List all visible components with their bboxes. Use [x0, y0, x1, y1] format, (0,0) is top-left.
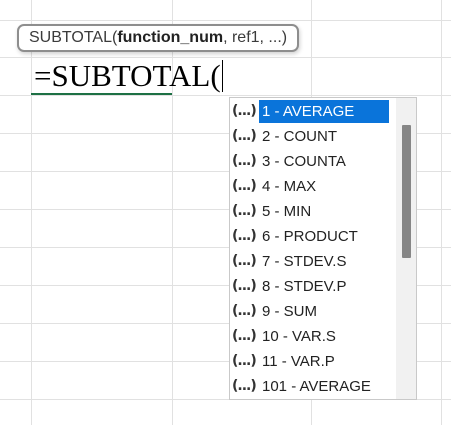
dropdown-item-label: 7 - STDEV.S	[262, 252, 347, 270]
dropdown-item-label: 9 - SUM	[262, 302, 318, 320]
formula-text: =SUBTOTAL(	[34, 58, 221, 93]
dropdown-item-label: 1 - AVERAGE	[259, 99, 389, 123]
argument-icon: (...)	[232, 353, 257, 369]
dropdown-item[interactable]: (...) 11 - VAR.P	[232, 349, 338, 373]
dropdown-item-label: 2 - COUNT	[262, 127, 337, 145]
dropdown-item-label: 8 - STDEV.P	[262, 277, 347, 295]
argument-icon: (...)	[232, 228, 257, 244]
text-cursor	[221, 60, 223, 92]
dropdown-item[interactable]: (...) 7 - STDEV.S	[232, 249, 349, 273]
argument-icon: (...)	[232, 178, 257, 194]
dropdown-item[interactable]: (...) 1 - AVERAGE	[232, 99, 389, 123]
argument-icon: (...)	[232, 328, 257, 344]
dropdown-item-label: 4 - MAX	[262, 177, 317, 195]
dropdown-item[interactable]: (...) 3 - COUNTA	[232, 149, 349, 173]
tooltip-function-name[interactable]: SUBTOTAL	[29, 29, 112, 46]
argument-icon: (...)	[232, 203, 257, 219]
dropdown-item[interactable]: (...) 9 - SUM	[232, 299, 320, 323]
dropdown-item[interactable]: (...) 8 - STDEV.P	[232, 274, 349, 298]
argument-icon: (...)	[232, 378, 257, 394]
dropdown-item[interactable]: (...) 10 - VAR.S	[232, 324, 339, 348]
dropdown-item[interactable]: (...) 5 - MIN	[232, 199, 314, 223]
function-signature-tooltip: SUBTOTAL(function_num, ref1, ...)	[17, 24, 300, 52]
argument-icon: (...)	[232, 278, 257, 294]
dropdown-item-label: 6 - PRODUCT	[262, 227, 358, 245]
dropdown-item[interactable]: (...) 4 - MAX	[232, 174, 319, 198]
argument-icon: (...)	[232, 153, 257, 169]
tooltip-current-arg[interactable]: function_num	[117, 29, 223, 46]
dropdown-item[interactable]: (...) 101 - AVERAGE	[232, 374, 374, 398]
dropdown-item-label: 101 - AVERAGE	[262, 377, 371, 395]
dropdown-item-label: 3 - COUNTA	[262, 152, 346, 170]
dropdown-item-label: 11 - VAR.P	[262, 352, 335, 370]
dropdown-item[interactable]: (...) 2 - COUNT	[232, 124, 340, 148]
argument-icon: (...)	[232, 103, 257, 119]
tooltip-rest-args: , ref1, ...)	[223, 29, 288, 46]
dropdown-item-label: 10 - VAR.S	[262, 327, 336, 345]
dropdown-item-label: 5 - MIN	[262, 202, 312, 220]
argument-icon: (...)	[232, 303, 257, 319]
scrollbar-thumb[interactable]	[402, 125, 411, 258]
autocomplete-dropdown[interactable]: (...) 1 - AVERAGE (...) 2 - COUNT (...) 3 -…	[229, 97, 417, 400]
dropdown-scrollbar[interactable]	[396, 98, 416, 399]
dropdown-item[interactable]: (...) 6 - PRODUCT	[232, 224, 361, 248]
cell-formula-input[interactable]: =SUBTOTAL(	[34, 56, 223, 96]
argument-icon: (...)	[232, 253, 257, 269]
argument-icon: (...)	[232, 128, 257, 144]
